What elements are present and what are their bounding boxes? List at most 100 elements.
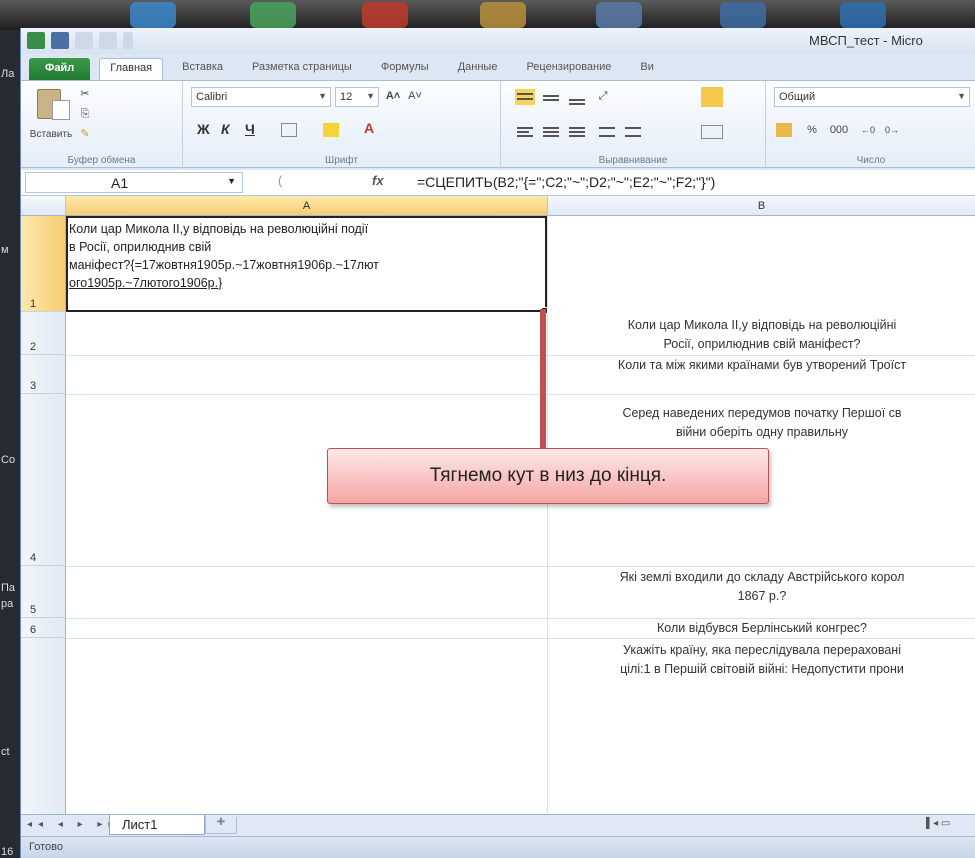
insert-sheet-icon[interactable]: ✚ xyxy=(205,817,237,834)
font-name-select[interactable]: Calibri ▼ xyxy=(191,87,331,107)
align-right-icon[interactable] xyxy=(567,125,587,141)
align-middle-icon[interactable] xyxy=(541,89,561,105)
percent-button[interactable]: % xyxy=(804,123,820,137)
worksheet-grid[interactable]: A B 1 2 3 4 5 6 Коли цар Микола ІІ,у від… xyxy=(21,196,975,814)
paste-button[interactable]: Вставить xyxy=(29,87,72,147)
cell-a1-line: ого1905р.~7лютого1906р.} xyxy=(69,276,223,290)
decrease-decimal-icon[interactable]: 0→ xyxy=(884,123,900,137)
align-top-icon[interactable] xyxy=(515,89,535,105)
sheet-nav-icons[interactable]: ◂◂ ◂ ▸ ▸▸ xyxy=(27,819,119,830)
insert-function-icon[interactable]: fx xyxy=(372,173,384,188)
tab-home[interactable]: Главная xyxy=(99,58,164,80)
desktop-app-icon[interactable] xyxy=(362,2,408,28)
alignment-group: ⤢ Выравнивание xyxy=(501,81,766,169)
cell-b4[interactable]: Серед наведених передумов початку Першої… xyxy=(548,404,975,442)
font-group: Calibri ▼ 12 ▼ A˄ A˅ Ж К Ч A Шрифт xyxy=(183,81,501,169)
status-text: Готово xyxy=(29,841,63,853)
thousands-button[interactable]: 000 xyxy=(826,123,852,137)
cut-icon[interactable]: ✂ xyxy=(77,87,93,101)
select-all-corner[interactable] xyxy=(21,196,66,216)
name-box[interactable]: A1 ▼ xyxy=(25,172,243,193)
font-size-value: 12 xyxy=(340,91,353,103)
cell-b2[interactable]: Коли цар Микола ІІ,у відповідь на револю… xyxy=(548,316,975,354)
increase-indent-icon[interactable] xyxy=(623,125,643,141)
tab-formulas[interactable]: Формулы xyxy=(371,58,439,80)
sheet-tab-active[interactable]: Лист1 xyxy=(109,815,205,835)
desktop-label: ct xyxy=(1,746,10,758)
cell-b3[interactable]: Коли та між якими країнами був утворений… xyxy=(548,356,975,375)
copy-icon[interactable]: ⎘ xyxy=(77,107,93,121)
desktop-app-icon[interactable] xyxy=(250,2,296,28)
font-name-value: Calibri xyxy=(196,91,228,103)
currency-icon[interactable] xyxy=(776,123,792,137)
row-header-7[interactable] xyxy=(21,638,66,814)
underline-button[interactable]: Ч xyxy=(245,121,255,137)
tab-review[interactable]: Рецензирование xyxy=(516,58,621,80)
number-group: Общий ▼ % 000 ←0 0→ Число xyxy=(766,81,975,169)
increase-decimal-icon[interactable]: ←0 xyxy=(860,123,876,137)
tab-view[interactable]: Ви xyxy=(630,58,663,80)
tab-file[interactable]: Файл xyxy=(29,58,91,80)
window-title: МВСП_тест - Micro xyxy=(809,33,923,48)
row-header-3[interactable]: 3 xyxy=(21,355,66,394)
redo-icon[interactable] xyxy=(99,32,117,49)
save-icon[interactable] xyxy=(51,32,69,49)
desktop-app-icon[interactable] xyxy=(480,2,526,28)
number-format-select[interactable]: Общий ▼ xyxy=(774,87,970,107)
cell-a1[interactable]: Коли цар Микола ІІ,у відповідь на револю… xyxy=(69,220,546,311)
desktop-app-icon[interactable] xyxy=(840,2,886,28)
column-header-a[interactable]: A xyxy=(66,196,548,216)
decrease-font-icon[interactable]: A˅ xyxy=(407,89,423,103)
row-header-1[interactable]: 1 xyxy=(21,216,66,312)
formula-input[interactable]: =СЦЕПИТЬ(B2;"{=";C2;"~";D2;"~";E2;"~";F2… xyxy=(417,174,715,190)
font-color-icon[interactable]: A xyxy=(361,121,377,135)
wrap-text-icon[interactable] xyxy=(701,87,723,107)
sheet-tabs-bar: ◂◂ ◂ ▸ ▸▸ Лист1 ✚ ▌◂ ▭ xyxy=(21,814,975,836)
orientation-icon[interactable]: ⤢ xyxy=(595,89,611,103)
desktop-app-icon[interactable] xyxy=(130,2,176,28)
cancel-formula-icon[interactable]: ( xyxy=(278,173,282,188)
cell-b7[interactable]: Укажіть країну, яка переслідувала перера… xyxy=(548,641,975,679)
align-left-icon[interactable] xyxy=(515,125,535,141)
desktop-app-icon[interactable] xyxy=(596,2,642,28)
cell-b5-line: 1867 р.? xyxy=(737,589,787,603)
row-header-2[interactable]: 2 xyxy=(21,312,66,355)
bold-button[interactable]: Ж xyxy=(197,121,210,137)
row-number: 6 xyxy=(30,624,37,636)
undo-icon[interactable] xyxy=(75,32,93,49)
decrease-indent-icon[interactable] xyxy=(597,125,617,141)
chevron-down-icon: ▼ xyxy=(366,91,375,101)
cell-b4-line: війни оберіть одну правильну xyxy=(676,425,848,439)
font-size-select[interactable]: 12 ▼ xyxy=(335,87,379,107)
horizontal-scrollbar[interactable]: ▌◂ ▭ xyxy=(926,818,975,834)
merge-center-icon[interactable] xyxy=(701,125,723,139)
format-painter-icon[interactable]: ✎ xyxy=(77,127,93,141)
row-header-4[interactable]: 4 xyxy=(21,394,66,566)
chevron-down-icon: ▼ xyxy=(318,91,327,101)
tab-data[interactable]: Данные xyxy=(448,58,508,80)
column-header-b[interactable]: B xyxy=(548,196,975,216)
clipboard-group-label: Буфер обмена xyxy=(67,155,136,166)
gridline xyxy=(66,638,975,639)
desktop-label: ра xyxy=(1,598,14,610)
row-header-6[interactable]: 6 xyxy=(21,618,66,638)
desktop-label: Па xyxy=(1,582,16,594)
row-number: 5 xyxy=(30,604,37,616)
increase-font-icon[interactable]: A˄ xyxy=(385,89,401,103)
borders-icon[interactable] xyxy=(281,123,297,137)
cell-b2-line: Коли цар Микола ІІ,у відповідь на револю… xyxy=(627,318,897,332)
align-bottom-icon[interactable] xyxy=(567,89,587,105)
excel-window: МВСП_тест - Micro Файл Главная Вставка Р… xyxy=(20,28,975,858)
align-center-icon[interactable] xyxy=(541,125,561,141)
desktop-app-icon[interactable] xyxy=(720,2,766,28)
formula-buttons: ( fx xyxy=(256,172,406,193)
fill-color-icon[interactable] xyxy=(323,123,339,137)
cell-b5[interactable]: Які землі входили до складу Австрійськог… xyxy=(548,568,975,606)
row-header-5[interactable]: 5 xyxy=(21,566,66,618)
italic-button[interactable]: К xyxy=(221,121,230,137)
tab-page-layout[interactable]: Разметка страницы xyxy=(242,58,362,80)
cell-b6[interactable]: Коли відбувся Берлінський конгрес? xyxy=(548,619,975,638)
customize-qat-icon[interactable] xyxy=(123,32,133,49)
number-group-label: Число xyxy=(856,155,886,166)
tab-insert[interactable]: Вставка xyxy=(172,58,233,80)
